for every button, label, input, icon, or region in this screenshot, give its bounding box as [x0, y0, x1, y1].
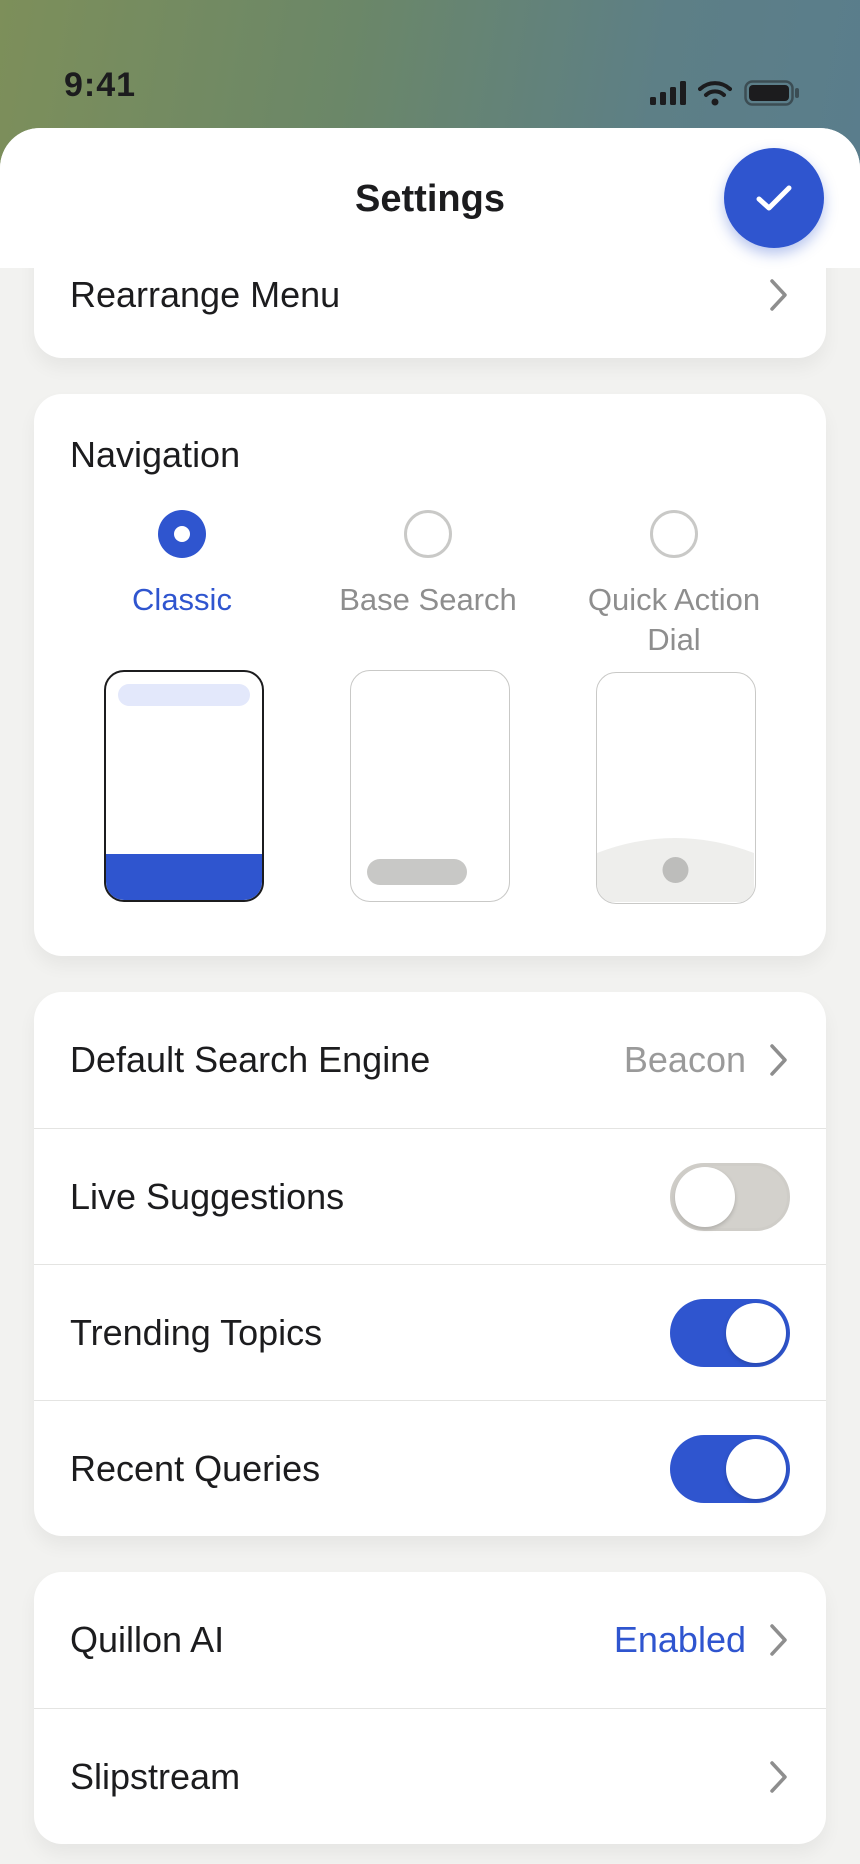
done-button[interactable]	[724, 148, 824, 248]
nav-option-base-search[interactable]: Base Search	[318, 510, 538, 620]
preview-bottom-bar	[106, 854, 262, 900]
sheet-header: Settings	[0, 128, 860, 268]
classic-label: Classic	[132, 582, 232, 617]
live-suggestions-label: Live Suggestions	[70, 1175, 345, 1217]
chevron-right-icon	[768, 1759, 790, 1795]
toggle-knob	[726, 1302, 786, 1363]
chevron-right-icon	[768, 1622, 790, 1658]
search-settings-card: Default Search Engine Beacon Live Sugges…	[34, 992, 826, 1536]
chevron-right-icon	[768, 277, 790, 313]
battery-icon	[744, 80, 799, 106]
preview-dial	[597, 838, 754, 902]
quillon-ai-row[interactable]: Quillon AI Enabled	[34, 1572, 826, 1708]
rearrange-menu-label: Rearrange Menu	[70, 274, 341, 315]
quillon-ai-value: Enabled	[613, 1619, 746, 1660]
status-time: 9:41	[64, 66, 137, 104]
recent-queries-label: Recent Queries	[70, 1447, 321, 1489]
checkmark-icon	[756, 185, 792, 211]
nav-option-classic[interactable]: Classic	[72, 510, 292, 620]
recent-queries-toggle[interactable]	[670, 1434, 790, 1503]
slipstream-label: Slipstream	[70, 1755, 241, 1797]
quick-action-dial-radio[interactable]	[650, 510, 698, 558]
quillon-ai-label: Quillon AI	[70, 1619, 225, 1660]
base-search-label: Base Search	[339, 582, 517, 617]
quick-action-dial-label: Quick Action Dial	[587, 582, 761, 657]
slipstream-row[interactable]: Slipstream	[34, 1708, 826, 1844]
classic-radio[interactable]	[158, 510, 206, 558]
navigation-title: Navigation	[70, 434, 241, 475]
extras-card: Quillon AI Enabled Slipstream	[34, 1572, 826, 1844]
wifi-icon	[698, 81, 732, 106]
default-search-engine-row[interactable]: Default Search Engine Beacon	[34, 992, 826, 1128]
cellular-signal-icon	[650, 81, 686, 105]
recent-queries-row: Recent Queries	[34, 1400, 826, 1536]
nav-option-quick-action-dial[interactable]: Quick Action Dial	[564, 510, 784, 660]
status-icons	[650, 80, 800, 106]
trending-topics-row: Trending Topics	[34, 1264, 826, 1400]
base-search-radio[interactable]	[404, 510, 452, 558]
trending-topics-toggle[interactable]	[670, 1298, 790, 1367]
quick-action-dial-preview[interactable]	[596, 672, 756, 904]
classic-preview[interactable]	[104, 670, 264, 902]
preview-top-bar	[118, 684, 250, 706]
live-suggestions-row: Live Suggestions	[34, 1128, 826, 1264]
default-search-engine-label: Default Search Engine	[70, 1039, 431, 1080]
live-suggestions-toggle[interactable]	[670, 1162, 790, 1231]
preview-search-pill	[367, 859, 467, 885]
navigation-card: Navigation Classic Base Search Quick Act…	[34, 394, 826, 956]
trending-topics-label: Trending Topics	[70, 1311, 323, 1353]
chevron-right-icon	[768, 1042, 790, 1078]
base-search-preview[interactable]	[350, 670, 510, 902]
toggle-knob	[675, 1166, 735, 1227]
default-search-engine-value: Beacon	[623, 1039, 746, 1080]
toggle-knob	[726, 1438, 786, 1499]
